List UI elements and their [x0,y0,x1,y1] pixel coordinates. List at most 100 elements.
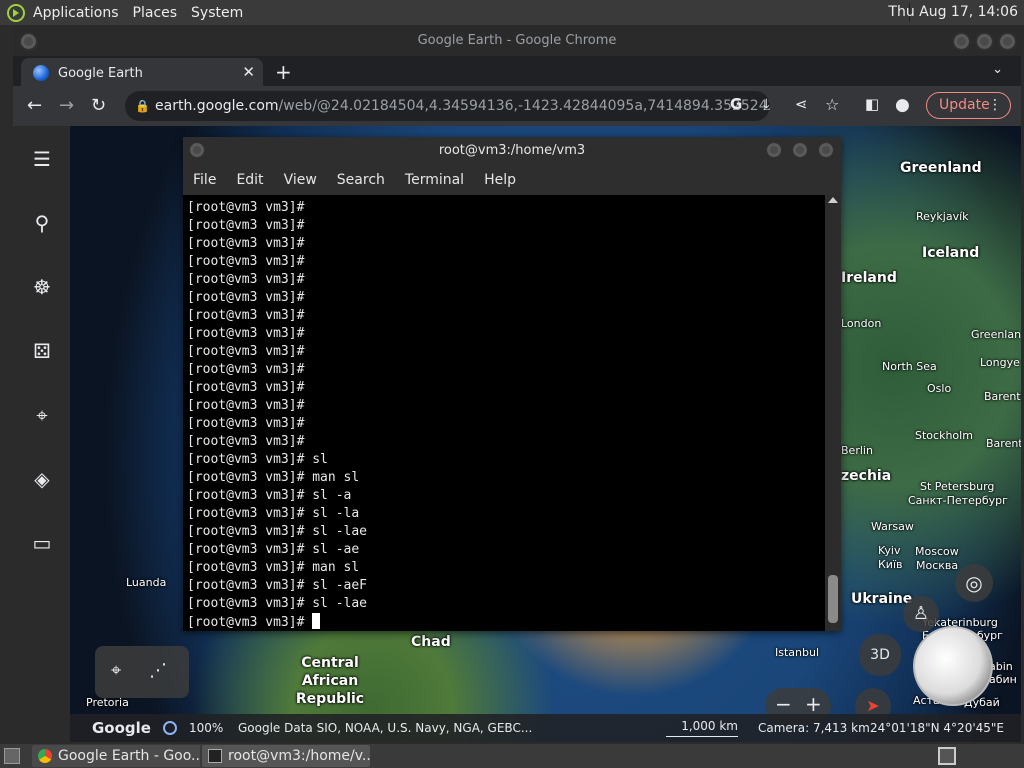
loading-ring-icon [163,721,177,735]
search-icon[interactable]: ⚲ [29,210,55,236]
window-menu-button[interactable] [19,32,38,51]
terminal-line: [root@vm3 vm3]# [187,434,305,449]
browser-toolbar: ← → ↻ 🔒 earth.google.com/web/@24.0218450… [13,86,1021,126]
terminal-line: [root@vm3 vm3]# [187,254,305,269]
terminal-line: [root@vm3 vm3]# [187,380,305,395]
my-location-icon[interactable]: ◎ [955,564,993,602]
earth-status-bar: Google 100% Google Data SIO, NOAA, U.S. … [70,714,1021,742]
map-label: абин [989,673,1017,686]
menu-edit[interactable]: Edit [236,172,263,188]
forward-arrow-icon[interactable]: → [59,95,74,116]
more-menu-icon[interactable]: ⋮ [988,93,1002,118]
terminal-scrollbar[interactable] [825,195,841,631]
system-menu[interactable]: System [191,5,243,21]
terminal-line: [root@vm3 vm3]# [187,218,305,233]
tab-strip: Google Earth ✕ + ⌄ [13,56,1021,88]
map-label: Barents [984,390,1021,403]
places-menu[interactable]: Places [133,5,178,21]
menu-terminal[interactable]: Terminal [405,172,464,188]
cursor-coordinates: 24°01'18"N 4°20'45"E [870,721,1004,735]
draw-path-icon[interactable]: ⋰ [149,660,167,681]
terminal-menubar: File Edit View Search Terminal Help [183,165,841,195]
terminal-window-menu-button[interactable] [188,141,206,159]
map-label: Greenland [900,160,982,176]
map-label: Reykjavík [916,210,969,223]
add-placemark-icon[interactable]: ⌖ [111,660,121,681]
new-tab-button[interactable]: + [275,60,292,84]
taskbar-label: Google Earth - Goo... [58,748,200,764]
map-label: Ukraine [851,591,913,607]
terminal-line: [root@vm3 vm3]# sl -lae [187,596,368,611]
terminal-line: [root@vm3 vm3]# [187,290,305,305]
terminal-line: [root@vm3 vm3]# [187,236,305,251]
minimize-button[interactable] [952,32,971,51]
lock-icon[interactable]: 🔒 [135,91,150,121]
applications-menu[interactable]: Applications [33,5,119,21]
tab-search-chevron-icon[interactable]: ⌄ [992,62,1003,77]
google-lens-icon[interactable]: G [730,95,742,113]
camera-altitude: Camera: 7,413 km [758,721,870,735]
menu-search[interactable]: Search [337,172,385,188]
scroll-up-arrow-icon[interactable] [828,197,838,203]
workspace-switcher-icon[interactable] [938,747,956,765]
google-earth-favicon-icon [33,65,49,81]
menu-view[interactable]: View [284,172,317,188]
data-attribution[interactable]: Google Data SIO, NOAA, U.S. Navy, NGA, G… [238,714,532,742]
map-label: Санкт-Петербург [908,494,1008,507]
side-panel-icon[interactable]: ◧ [865,95,879,113]
terminal-line: [root@vm3 vm3]# [187,272,305,287]
map-label: Москва [916,559,959,572]
terminal-prompt-line[interactable]: [root@vm3 vm3]# [187,613,825,631]
terminal-line: [root@vm3 vm3]# sl -lae [187,524,368,539]
terminal-line: [root@vm3 vm3]# [187,200,305,215]
taskbar-label: root@vm3:/home/v... [228,748,370,764]
profile-avatar-icon[interactable]: ● [895,95,910,115]
reload-icon[interactable]: ↻ [91,95,106,116]
menu-help[interactable]: Help [484,172,516,188]
menu-icon[interactable]: ☰ [29,146,55,172]
map-label: Chad [411,634,451,650]
measure-ruler-icon[interactable]: ▭ [29,530,55,556]
show-desktop-icon[interactable] [4,748,20,764]
taskbar-item-chrome[interactable]: Google Earth - Goo... [32,745,200,767]
map-style-layers-icon[interactable]: ◈ [29,466,55,492]
url-path: /web/@24.02184504,4.34594136,-1423.42844… [278,98,770,114]
map-label: St Petersburg [920,480,995,493]
terminal-titlebar[interactable]: root@vm3:/home/vm3 [183,137,841,165]
close-tab-icon[interactable]: ✕ [242,63,255,81]
map-label: Luanda [126,576,167,589]
terminal-line: [root@vm3 vm3]# sl -aeF [187,578,368,593]
projects-pin-icon[interactable]: ⌖ [29,402,55,428]
menu-file[interactable]: File [193,172,216,188]
address-bar[interactable]: 🔒 earth.google.com/web/@24.02184504,4.34… [125,91,770,121]
feeling-lucky-dice-icon[interactable]: ⚄ [29,338,55,364]
scrollbar-thumb[interactable] [828,575,838,623]
terminal-close-button[interactable] [817,141,835,159]
bookmark-star-icon[interactable]: ☆ [825,95,839,114]
install-app-icon[interactable]: ⤓ [763,95,770,113]
terminal-maximize-button[interactable] [791,141,809,159]
chrome-titlebar[interactable]: Google Earth - Google Chrome [13,26,1021,56]
map-label: African [301,673,359,689]
map-label: Kyiv [878,544,901,557]
clock[interactable]: Thu Aug 17, 14:06 [888,4,1018,20]
taskbar-item-terminal[interactable]: root@vm3:/home/v... [202,745,370,767]
toggle-3d-button[interactable]: 3D [859,634,901,676]
share-icon[interactable]: ⋖ [795,95,808,113]
map-label: Київ [878,558,903,571]
tab-google-earth[interactable]: Google Earth ✕ [21,58,263,88]
terminal-minimize-button[interactable] [765,141,783,159]
close-window-button[interactable] [998,32,1017,51]
terminal-line: [root@vm3 vm3]# [187,344,305,359]
terminal-line: [root@vm3 vm3]# [187,362,305,377]
terminal-screen[interactable]: [root@vm3 vm3]# [root@vm3 vm3]# [root@vm3 … [183,195,825,631]
update-button[interactable]: Update ⋮ [926,92,1011,119]
maximize-button[interactable] [975,32,994,51]
distro-logo-icon[interactable] [7,3,25,22]
mini-globe-icon[interactable] [913,626,993,706]
voyager-wheel-icon[interactable]: ☸ [29,274,55,300]
back-arrow-icon[interactable]: ← [27,95,42,116]
pegman-icon[interactable]: ♙ [903,596,939,632]
terminal-title: root@vm3:/home/vm3 [438,143,586,158]
map-tools-panel: ⌖ ⋰ [95,646,189,698]
